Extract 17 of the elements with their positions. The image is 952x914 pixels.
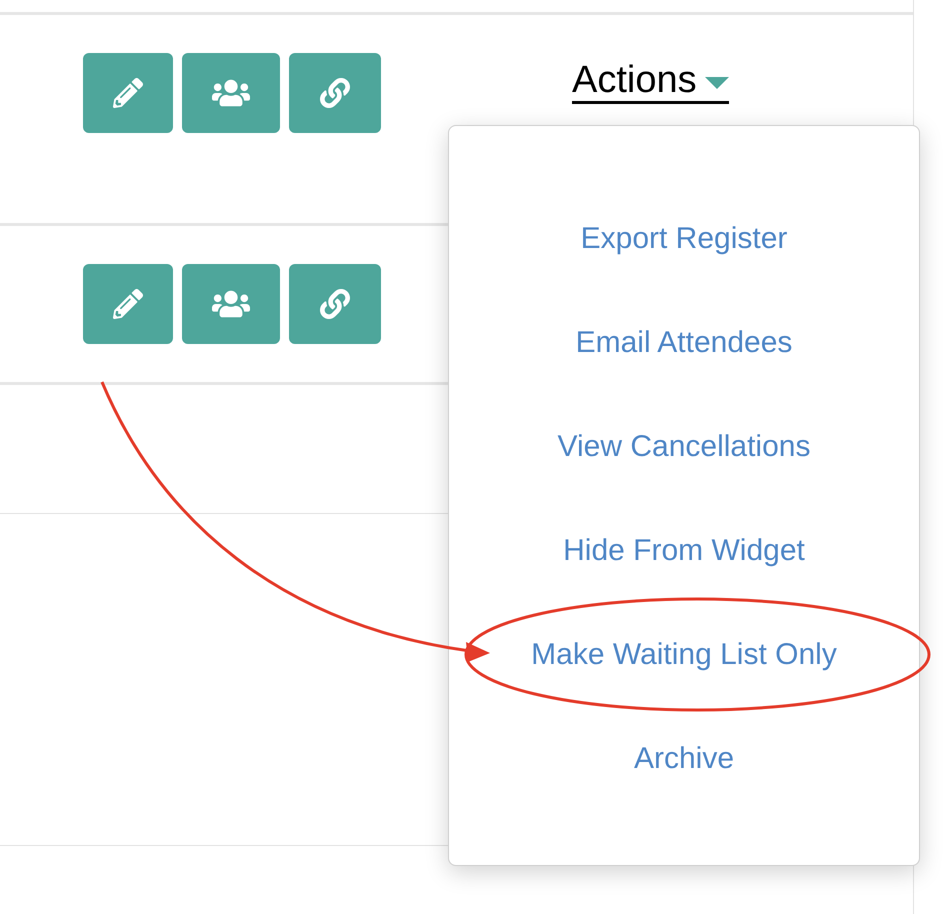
edit-button[interactable] (83, 53, 173, 133)
pencil-icon (113, 78, 143, 108)
link-button[interactable] (289, 264, 381, 344)
attendees-button[interactable] (182, 53, 280, 133)
link-icon (320, 289, 350, 319)
menu-item[interactable]: Export Register (580, 216, 788, 260)
edit-button[interactable] (83, 264, 173, 344)
link-button[interactable] (289, 53, 381, 133)
attendees-button[interactable] (182, 264, 280, 344)
menu-item[interactable]: Email Attendees (576, 320, 792, 364)
menu-item[interactable]: View Cancellations (558, 424, 810, 468)
link-icon (320, 78, 350, 108)
menu-item[interactable]: Archive (634, 736, 734, 780)
actions-dropdown[interactable]: Actions (572, 59, 729, 104)
pencil-icon (113, 289, 143, 319)
caret-icon (704, 77, 729, 91)
menu-item[interactable]: Hide From Widget (563, 528, 805, 572)
